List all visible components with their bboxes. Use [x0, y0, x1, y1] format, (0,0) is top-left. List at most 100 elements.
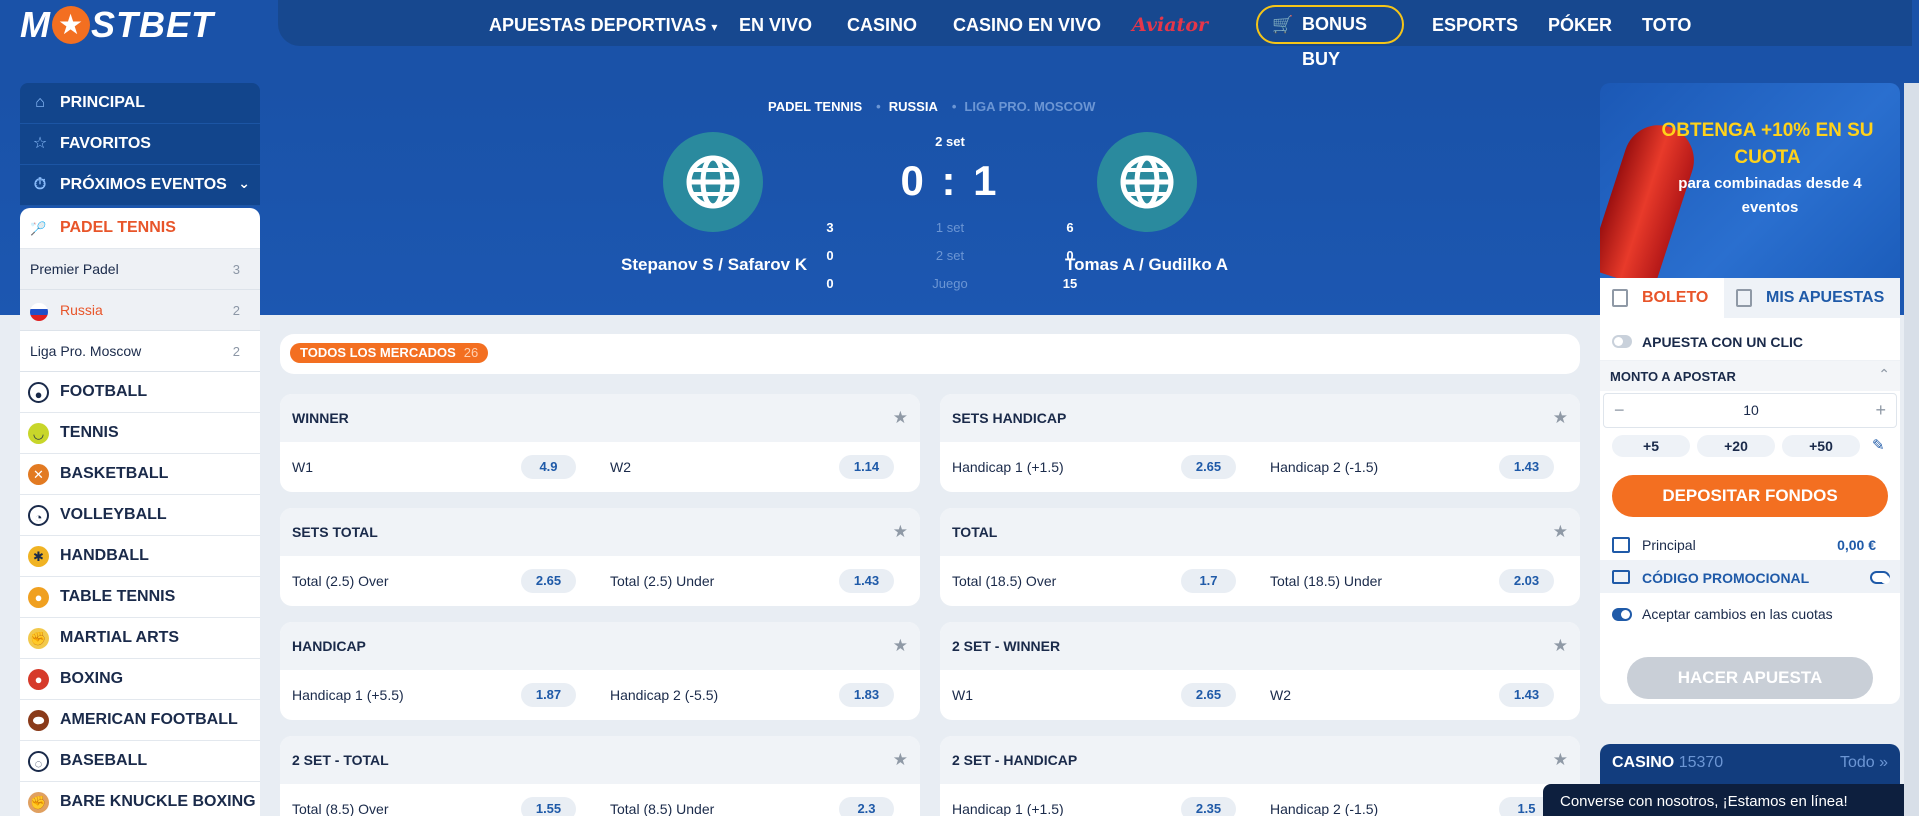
minus-icon[interactable]: − [1614, 394, 1625, 427]
odds-value[interactable]: 2.65 [521, 569, 576, 593]
market-header[interactable]: 2 SET - HANDICAP ★ [940, 736, 1580, 784]
sidebar-item-favoritos[interactable]: ☆ FAVORITOS [20, 124, 260, 165]
outcome-2[interactable]: Handicap 2 (-5.5) 1.83 [598, 683, 908, 707]
outcome-2[interactable]: Total (18.5) Under 2.03 [1258, 569, 1568, 593]
chat-widget[interactable]: Converse con nosotros, ¡Estamos en línea… [1543, 784, 1913, 816]
nav-poker[interactable]: PÓKER [1548, 0, 1612, 46]
accept-changes-toggle[interactable] [1612, 608, 1632, 621]
odds-value[interactable]: 2.35 [1181, 797, 1236, 816]
nav-apuestas-deportivas[interactable]: APUESTAS DEPORTIVAS ▾ [489, 0, 717, 46]
odds-value[interactable]: 2.65 [1181, 455, 1236, 479]
outcome-2[interactable]: Total (2.5) Under 1.43 [598, 569, 908, 593]
outcome-1[interactable]: W1 4.9 [280, 455, 590, 479]
odds-value[interactable]: 1.83 [839, 683, 894, 707]
odds-value[interactable]: 1.14 [839, 455, 894, 479]
odds-value[interactable]: 2.3 [839, 797, 894, 816]
sidebar-item-martial-arts[interactable]: ✊ MARTIAL ARTS [20, 618, 260, 659]
market-outcomes: W1 4.9 W2 1.14 [280, 442, 920, 492]
outcome-1[interactable]: Handicap 1 (+1.5) 2.65 [940, 455, 1250, 479]
odds-value[interactable]: 1.43 [1499, 683, 1554, 707]
market-header[interactable]: 2 SET - WINNER ★ [940, 622, 1580, 670]
breadcrumb-country[interactable]: RUSSIA [889, 99, 938, 114]
outcome-1[interactable]: Total (8.5) Over 1.55 [280, 797, 590, 816]
star-icon[interactable]: ★ [893, 736, 908, 784]
nav-bonus-buy[interactable]: 🛒 BONUS BUY [1256, 5, 1404, 69]
promo-banner[interactable]: OBTENGA +10% EN SU CUOTA para combinadas… [1600, 83, 1900, 278]
sidebar-item-principal[interactable]: ⌂ PRINCIPAL [20, 83, 260, 124]
outcome-1[interactable]: Handicap 1 (+5.5) 1.87 [280, 683, 590, 707]
sidebar-item-bare-knuckle-boxing[interactable]: ✊ BARE KNUCKLE BOXING [20, 782, 260, 816]
outcome-2[interactable]: Total (8.5) Under 2.3 [598, 797, 908, 816]
star-icon[interactable]: ★ [1553, 508, 1568, 556]
breadcrumb-sport[interactable]: PADEL TENNIS [768, 99, 862, 114]
score-row: 0 2 set 0 [820, 248, 1080, 268]
star-icon[interactable]: ★ [893, 394, 908, 442]
odds-value[interactable]: 1.43 [839, 569, 894, 593]
market-header[interactable]: SETS TOTAL ★ [280, 508, 920, 556]
casino-all-link[interactable]: Todo » [1840, 754, 1888, 772]
sidebar-item-table-tennis[interactable]: ● TABLE TENNIS [20, 577, 260, 618]
sidebar-item-volleyball[interactable]: ◔ VOLLEYBALL [20, 495, 260, 536]
outcome-2[interactable]: Handicap 2 (-1.5) 1.5 [1258, 797, 1568, 816]
odds-value[interactable]: 1.43 [1499, 455, 1554, 479]
market-header[interactable]: TOTAL ★ [940, 508, 1580, 556]
odds-value[interactable]: 4.9 [521, 455, 576, 479]
sidebar-item-american-football[interactable]: ⬬ AMERICAN FOOTBALL [20, 700, 260, 741]
star-icon[interactable]: ★ [893, 622, 908, 670]
sidebar-item-football[interactable]: ● FOOTBALL [20, 372, 260, 413]
outcome-1[interactable]: Handicap 1 (+1.5) 2.35 [940, 797, 1250, 816]
nav-casino-en-vivo[interactable]: CASINO EN VIVO [953, 0, 1101, 46]
odds-value[interactable]: 2.03 [1499, 569, 1554, 593]
quick-add-5[interactable]: +5 [1612, 435, 1690, 457]
star-icon[interactable]: ★ [1553, 736, 1568, 784]
nav-esports[interactable]: ESPORTS [1432, 0, 1518, 46]
sidebar-item-tennis[interactable]: ◡ TENNIS [20, 413, 260, 454]
mostbet-logo[interactable]: M ★ STBET [20, 4, 214, 46]
quick-add-20[interactable]: +20 [1697, 435, 1775, 457]
market-header[interactable]: WINNER ★ [280, 394, 920, 442]
market-header[interactable]: SETS HANDICAP ★ [940, 394, 1580, 442]
sidebar-item-basketball[interactable]: ✕ BASKETBALL [20, 454, 260, 495]
scrollbar-track[interactable] [1904, 83, 1919, 816]
plus-icon[interactable]: + [1875, 394, 1886, 427]
market-header[interactable]: 2 SET - TOTAL ★ [280, 736, 920, 784]
star-icon[interactable]: ★ [1553, 394, 1568, 442]
quick-add-50[interactable]: +50 [1782, 435, 1860, 457]
place-bet-button[interactable]: HACER APUESTA [1627, 657, 1873, 699]
sidebar-item-padel-tennis[interactable]: 🏸 PADEL TENNIS [20, 208, 260, 249]
odds-value[interactable]: 1.55 [521, 797, 576, 816]
sidebar-item-baseball[interactable]: ◌ BASEBALL [20, 741, 260, 782]
odds-value[interactable]: 2.65 [1181, 683, 1236, 707]
team1-globe-icon [663, 132, 763, 232]
nav-casino[interactable]: CASINO [847, 0, 917, 46]
nav-aviator[interactable]: Aviator [1132, 0, 1208, 46]
odds-value[interactable]: 1.7 [1181, 569, 1236, 593]
outcome-2[interactable]: W2 1.43 [1258, 683, 1568, 707]
sidebar-item-proximos-eventos[interactable]: ⏱ PRÓXIMOS EVENTOS ⌄ [20, 165, 260, 206]
outcome-1[interactable]: Total (18.5) Over 1.7 [940, 569, 1250, 593]
market-card: HANDICAP ★ Handicap 1 (+5.5) 1.87 Handicap 2… [280, 622, 920, 720]
nav-en-vivo[interactable]: EN VIVO [739, 0, 812, 46]
market-header[interactable]: HANDICAP ★ [280, 622, 920, 670]
amount-input[interactable]: − 10 + [1603, 393, 1897, 428]
sidebar-item-boxing[interactable]: ● BOXING [20, 659, 260, 700]
outcome-1[interactable]: W1 2.65 [940, 683, 1250, 707]
tab-all-markets[interactable]: TODOS LOS MERCADOS 26 [290, 343, 489, 363]
outcome-1[interactable]: Total (2.5) Over 2.65 [280, 569, 590, 593]
sidebar-sub-premier-padel[interactable]: Premier Padel 3 [20, 249, 260, 290]
sidebar-sub-liga-pro-moscow[interactable]: Liga Pro. Moscow 2 [20, 331, 260, 372]
sidebar-sub-russia[interactable]: Russia 2 [20, 290, 260, 331]
chevron-up-icon[interactable]: ⌃ [1878, 366, 1890, 383]
odds-value[interactable]: 1.87 [521, 683, 576, 707]
outcome-2[interactable]: Handicap 2 (-1.5) 1.43 [1258, 455, 1568, 479]
score-period: 1 set [935, 220, 965, 235]
promo-code-toggle[interactable] [1870, 571, 1890, 584]
sidebar-item-handball[interactable]: ✱ HANDBALL [20, 536, 260, 577]
star-icon[interactable]: ★ [893, 508, 908, 556]
sidebar-item-label: FAVORITOS [60, 135, 151, 152]
star-icon[interactable]: ★ [1553, 622, 1568, 670]
edit-pencil-icon[interactable]: ✎ [1872, 436, 1885, 454]
nav-toto[interactable]: TOTO [1642, 0, 1691, 46]
deposit-button[interactable]: DEPOSITAR FONDOS [1612, 475, 1888, 517]
outcome-2[interactable]: W2 1.14 [598, 455, 908, 479]
